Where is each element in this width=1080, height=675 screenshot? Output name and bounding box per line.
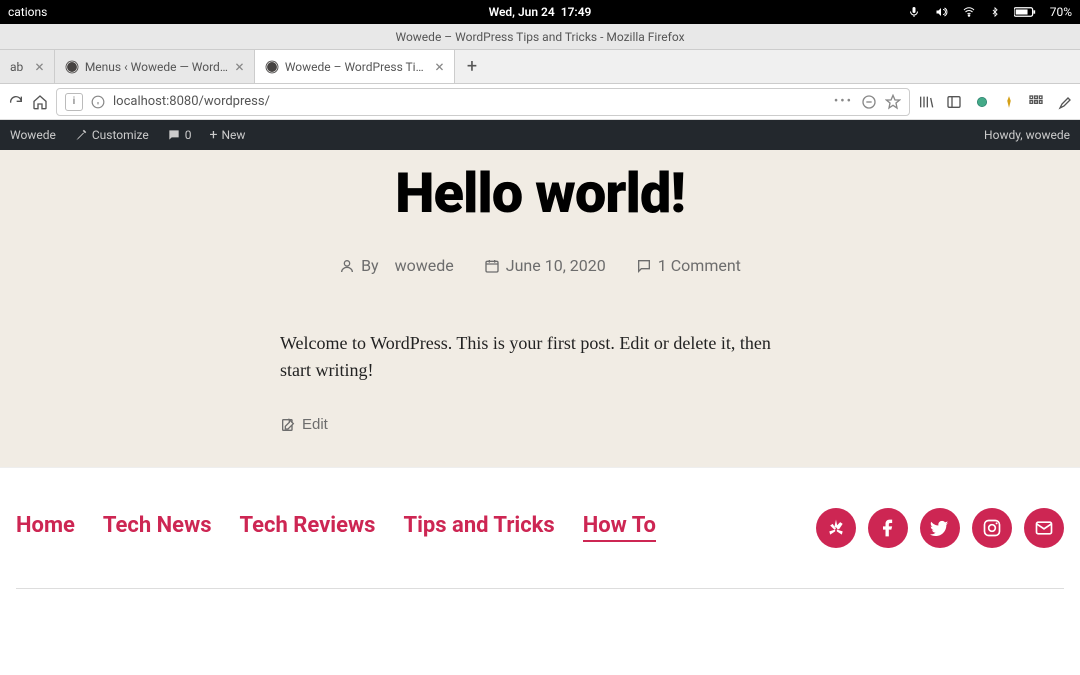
info-circle-icon[interactable] bbox=[91, 95, 105, 109]
new-tab-button[interactable]: + bbox=[455, 50, 489, 83]
reader-icon[interactable] bbox=[861, 94, 877, 110]
tab-label: ab bbox=[10, 60, 23, 74]
window-titlebar: Wowede – WordPress Tips and Tricks - Moz… bbox=[0, 24, 1080, 50]
window-title: Wowede – WordPress Tips and Tricks - Moz… bbox=[395, 30, 684, 44]
url-bar[interactable]: i localhost:8080/wordpress/ ••• bbox=[56, 88, 910, 116]
extension-icon[interactable] bbox=[1028, 94, 1044, 110]
battery-icon[interactable] bbox=[1014, 6, 1036, 18]
wp-howdy[interactable]: Howdy, wowede bbox=[984, 128, 1070, 142]
post-meta: By wowede June 10, 2020 1 Comment bbox=[0, 256, 1080, 275]
post-text: Welcome to WordPress. This is your first… bbox=[280, 330, 800, 384]
post-body: Welcome to WordPress. This is your first… bbox=[280, 330, 800, 437]
info-icon[interactable]: i bbox=[65, 93, 83, 111]
extension-icon[interactable] bbox=[1002, 94, 1016, 110]
yelp-icon[interactable] bbox=[816, 508, 856, 548]
url-text: localhost:8080/wordpress/ bbox=[113, 94, 826, 109]
footer-divider bbox=[16, 588, 1064, 589]
toolbar-icons bbox=[918, 94, 1072, 110]
browser-tab[interactable]: ab × bbox=[0, 50, 55, 83]
browser-navbar: i localhost:8080/wordpress/ ••• bbox=[0, 84, 1080, 120]
bluetooth-icon[interactable] bbox=[990, 5, 1000, 19]
tab-label: Menus ‹ Wowede — WordPr bbox=[85, 60, 229, 74]
mic-icon[interactable] bbox=[908, 6, 920, 18]
library-icon[interactable] bbox=[918, 94, 934, 110]
sidebar-icon[interactable] bbox=[946, 94, 962, 110]
extension-icon[interactable] bbox=[974, 94, 990, 110]
edit-icon bbox=[280, 417, 296, 433]
tab-label: Wowede – WordPress Tips a bbox=[285, 60, 429, 74]
home-icon[interactable] bbox=[32, 94, 48, 110]
wordpress-icon bbox=[65, 60, 79, 74]
eyedropper-icon[interactable] bbox=[1056, 94, 1072, 110]
footer-nav: Home Tech News Tech Reviews Tips and Tri… bbox=[16, 513, 656, 542]
facebook-icon[interactable] bbox=[868, 508, 908, 548]
plus-icon: + bbox=[210, 127, 218, 143]
wp-comments-link[interactable]: 0 bbox=[167, 128, 192, 142]
star-icon[interactable] bbox=[885, 94, 901, 110]
page-content: Hello world! By wowede June 10, 2020 1 C… bbox=[0, 150, 1080, 467]
post-comments-link[interactable]: 1 Comment bbox=[636, 256, 741, 275]
post-title: Hello world! bbox=[0, 150, 1080, 226]
post-date: June 10, 2020 bbox=[484, 256, 606, 275]
volume-icon[interactable] bbox=[934, 6, 948, 18]
wp-new-link[interactable]: + New bbox=[210, 127, 246, 143]
close-icon[interactable]: × bbox=[435, 57, 444, 76]
calendar-icon bbox=[484, 258, 500, 274]
reload-icon[interactable] bbox=[8, 94, 24, 110]
footer-link-tech-news[interactable]: Tech News bbox=[103, 513, 212, 542]
menu-dots[interactable]: ••• bbox=[834, 94, 853, 109]
comment-icon bbox=[636, 258, 652, 274]
wifi-icon[interactable] bbox=[962, 6, 976, 18]
wp-admin-bar: Wowede Customize 0 + New Howdy, wowede bbox=[0, 120, 1080, 150]
os-app-menu[interactable]: cations bbox=[8, 5, 47, 19]
footer-link-home[interactable]: Home bbox=[16, 513, 75, 542]
footer-link-tech-reviews[interactable]: Tech Reviews bbox=[240, 513, 376, 542]
wp-customize-link[interactable]: Customize bbox=[74, 128, 149, 142]
browser-tab[interactable]: Menus ‹ Wowede — WordPr × bbox=[55, 50, 255, 83]
comment-icon bbox=[167, 128, 181, 142]
os-clock: Wed, Jun 24 17:49 bbox=[489, 5, 592, 19]
wp-site-link[interactable]: Wowede bbox=[10, 128, 56, 142]
twitter-icon[interactable] bbox=[920, 508, 960, 548]
browser-tab-active[interactable]: Wowede – WordPress Tips a × bbox=[255, 50, 455, 83]
browser-tabbar: ab × Menus ‹ Wowede — WordPr × Wowede – … bbox=[0, 50, 1080, 84]
close-icon[interactable]: × bbox=[35, 57, 44, 76]
close-icon[interactable]: × bbox=[235, 57, 244, 76]
os-menubar: cations Wed, Jun 24 17:49 70% bbox=[0, 0, 1080, 24]
brush-icon bbox=[74, 128, 88, 142]
battery-percent: 70% bbox=[1050, 5, 1072, 19]
footer-link-how-to[interactable]: How To bbox=[583, 513, 656, 542]
instagram-icon[interactable] bbox=[972, 508, 1012, 548]
footer-link-tips[interactable]: Tips and Tricks bbox=[403, 513, 554, 542]
footer: Home Tech News Tech Reviews Tips and Tri… bbox=[0, 467, 1080, 588]
wordpress-icon bbox=[265, 60, 279, 74]
person-icon bbox=[339, 258, 355, 274]
post-author[interactable]: By wowede bbox=[339, 256, 454, 275]
social-links bbox=[816, 508, 1064, 548]
edit-post-link[interactable]: Edit bbox=[280, 414, 800, 437]
mail-icon[interactable] bbox=[1024, 508, 1064, 548]
